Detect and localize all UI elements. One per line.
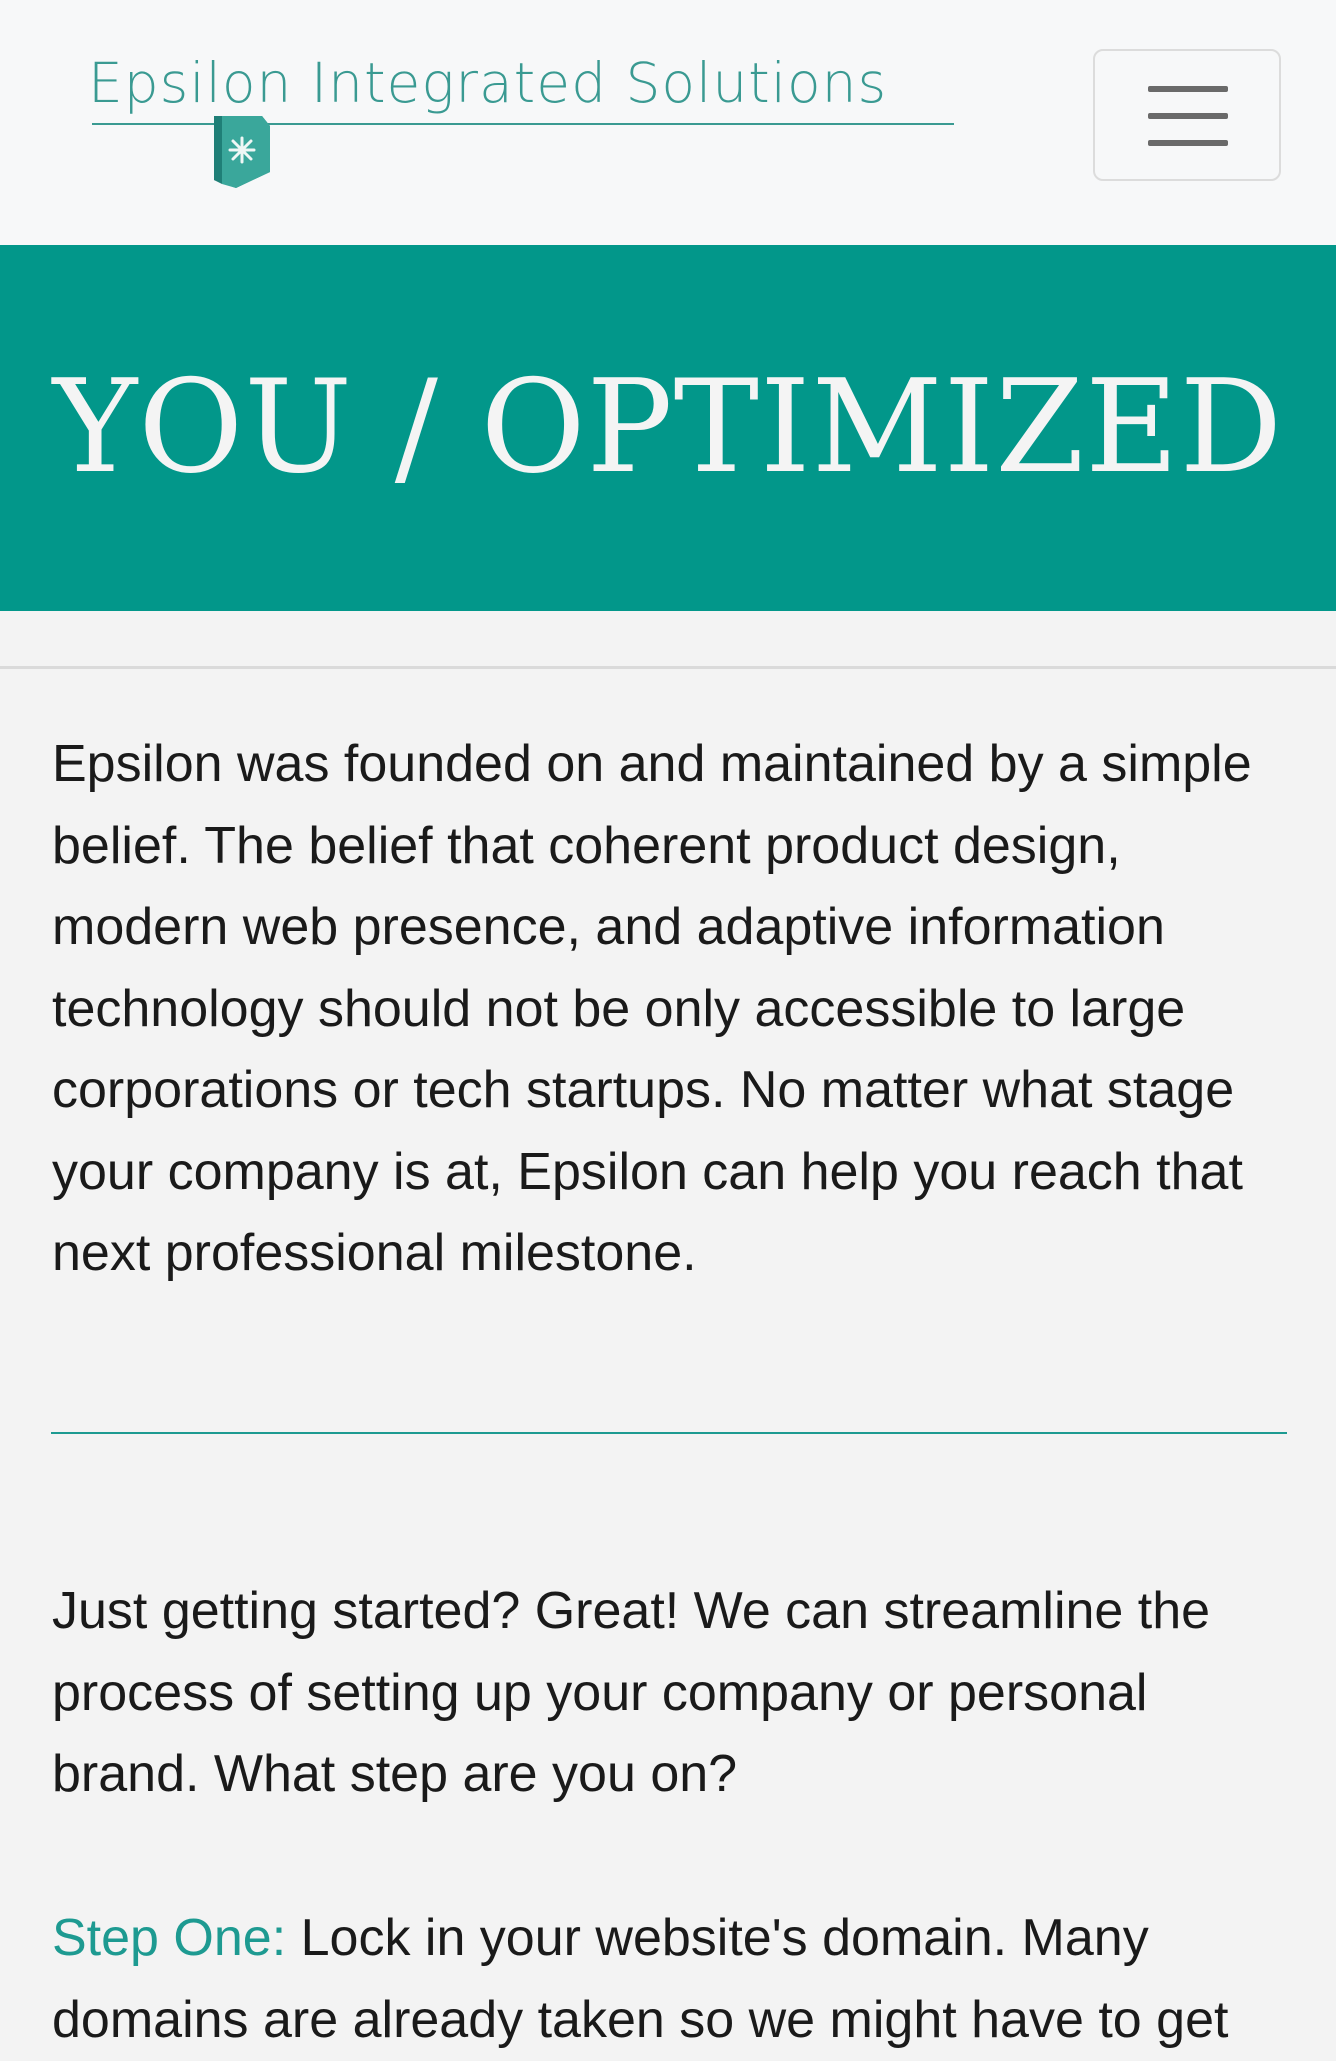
teal-divider [51,1432,1287,1434]
hamburger-menu-icon-bar [1148,140,1228,146]
section-divider [0,666,1336,669]
hero-title: YOU / OPTIMIZED [52,353,1284,502]
hamburger-menu-icon-bar [1148,113,1228,119]
menu-toggle-button[interactable] [1093,49,1281,181]
brand-link[interactable]: Epsilon Integrated Solutions [88,48,954,198]
intro-paragraph: Epsilon was founded on and maintained by… [52,735,1252,1282]
shield-star-icon [214,116,270,188]
brand-name: Epsilon Integrated Solutions [88,51,888,115]
step-one-paragraph: Step One: Lock in your website's domain.… [52,1898,1292,2061]
hero-banner: YOU / OPTIMIZED [0,245,1336,611]
getting-started-paragraph: Just getting started? Great! We can stre… [52,1582,1211,1803]
hamburger-menu-icon [1148,86,1228,92]
navbar: Epsilon Integrated Solutions [0,0,1336,245]
step-one-label: Step One: [52,1909,287,1967]
